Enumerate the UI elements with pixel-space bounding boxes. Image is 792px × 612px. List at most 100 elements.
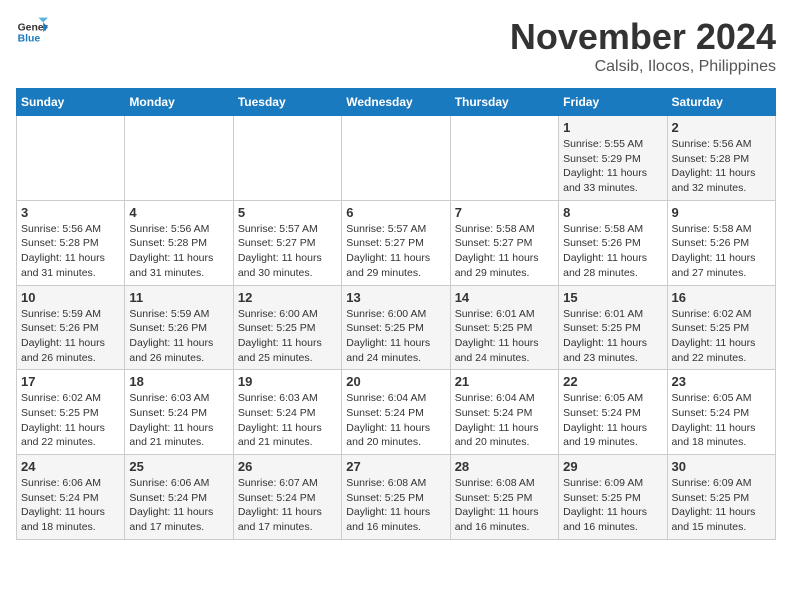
svg-text:Blue: Blue xyxy=(18,34,41,45)
cell-week4-day6: 23 Sunrise: 6:05 AMSunset: 5:24 PMDayligh… xyxy=(667,370,775,455)
day-info: Sunrise: 5:58 AMSunset: 5:26 PMDaylight:… xyxy=(563,222,662,281)
day-info: Sunrise: 6:01 AMSunset: 5:25 PMDaylight:… xyxy=(455,307,554,366)
day-number: 21 xyxy=(455,374,554,389)
calendar-table: SundayMondayTuesdayWednesdayThursdayFrid… xyxy=(16,88,776,540)
month-title: November 2024 xyxy=(510,16,776,58)
cell-week4-day3: 20 Sunrise: 6:04 AMSunset: 5:24 PMDayligh… xyxy=(342,370,450,455)
cell-week3-day6: 16 Sunrise: 6:02 AMSunset: 5:25 PMDayligh… xyxy=(667,285,775,370)
week-row-3: 10 Sunrise: 5:59 AMSunset: 5:26 PMDayligh… xyxy=(17,285,776,370)
day-info: Sunrise: 5:58 AMSunset: 5:26 PMDaylight:… xyxy=(672,222,771,281)
day-info: Sunrise: 6:06 AMSunset: 5:24 PMDaylight:… xyxy=(21,476,120,535)
cell-week5-day3: 27Sunrise: 6:08 AMSunset: 5:25 PMDayligh… xyxy=(342,455,450,540)
day-info: Sunrise: 6:02 AMSunset: 5:25 PMDaylight:… xyxy=(21,391,120,450)
header-sunday: Sunday xyxy=(17,89,125,116)
day-number: 20 xyxy=(346,374,445,389)
cell-week5-day5: 29 Sunrise: 6:09 AMSunset: 5:25 PMDayligh… xyxy=(559,455,667,540)
cell-week1-day0 xyxy=(17,116,125,201)
day-info: Sunrise: 6:05 AMSunset: 5:24 PMDaylight:… xyxy=(672,391,771,450)
week-row-5: 24 Sunrise: 6:06 AMSunset: 5:24 PMDayligh… xyxy=(17,455,776,540)
week-row-4: 17 Sunrise: 6:02 AMSunset: 5:25 PMDayligh… xyxy=(17,370,776,455)
cell-week1-day3 xyxy=(342,116,450,201)
location-title: Calsib, Ilocos, Philippines xyxy=(510,58,776,76)
cell-week1-day1 xyxy=(125,116,233,201)
day-info: Sunrise: 5:56 AMSunset: 5:28 PMDaylight:… xyxy=(129,222,228,281)
day-number: 26 xyxy=(238,459,337,474)
calendar-header: SundayMondayTuesdayWednesdayThursdayFrid… xyxy=(17,89,776,116)
cell-week4-day4: 21Sunrise: 6:04 AMSunset: 5:24 PMDayligh… xyxy=(450,370,558,455)
day-number: 25 xyxy=(129,459,228,474)
day-number: 16 xyxy=(672,290,771,305)
day-info: Sunrise: 6:02 AMSunset: 5:25 PMDaylight:… xyxy=(672,307,771,366)
cell-week2-day0: 3 Sunrise: 5:56 AMSunset: 5:28 PMDaylight… xyxy=(17,200,125,285)
cell-week3-day3: 13 Sunrise: 6:00 AMSunset: 5:25 PMDayligh… xyxy=(342,285,450,370)
day-info: Sunrise: 6:09 AMSunset: 5:25 PMDaylight:… xyxy=(563,476,662,535)
cell-week1-day2 xyxy=(233,116,341,201)
header-monday: Monday xyxy=(125,89,233,116)
day-info: Sunrise: 6:03 AMSunset: 5:24 PMDaylight:… xyxy=(129,391,228,450)
cell-week2-day2: 5 Sunrise: 5:57 AMSunset: 5:27 PMDaylight… xyxy=(233,200,341,285)
day-number: 14 xyxy=(455,290,554,305)
cell-week3-day2: 12 Sunrise: 6:00 AMSunset: 5:25 PMDayligh… xyxy=(233,285,341,370)
day-info: Sunrise: 6:05 AMSunset: 5:24 PMDaylight:… xyxy=(563,391,662,450)
cell-week5-day1: 25Sunrise: 6:06 AMSunset: 5:24 PMDayligh… xyxy=(125,455,233,540)
day-info: Sunrise: 5:59 AMSunset: 5:26 PMDaylight:… xyxy=(129,307,228,366)
day-info: Sunrise: 6:08 AMSunset: 5:25 PMDaylight:… xyxy=(455,476,554,535)
day-info: Sunrise: 6:04 AMSunset: 5:24 PMDaylight:… xyxy=(346,391,445,450)
day-info: Sunrise: 6:01 AMSunset: 5:25 PMDaylight:… xyxy=(563,307,662,366)
day-number: 29 xyxy=(563,459,662,474)
day-number: 24 xyxy=(21,459,120,474)
title-area: November 2024 Calsib, Ilocos, Philippine… xyxy=(510,16,776,76)
cell-week5-day4: 28Sunrise: 6:08 AMSunset: 5:25 PMDayligh… xyxy=(450,455,558,540)
calendar-body: 1Sunrise: 5:55 AMSunset: 5:29 PMDaylight… xyxy=(17,116,776,540)
cell-week3-day4: 14 Sunrise: 6:01 AMSunset: 5:25 PMDayligh… xyxy=(450,285,558,370)
cell-week4-day5: 22 Sunrise: 6:05 AMSunset: 5:24 PMDayligh… xyxy=(559,370,667,455)
cell-week4-day1: 18Sunrise: 6:03 AMSunset: 5:24 PMDayligh… xyxy=(125,370,233,455)
cell-week1-day6: 2Sunrise: 5:56 AMSunset: 5:28 PMDaylight… xyxy=(667,116,775,201)
day-info: Sunrise: 6:00 AMSunset: 5:25 PMDaylight:… xyxy=(238,307,337,366)
day-number: 10 xyxy=(21,290,120,305)
day-number: 13 xyxy=(346,290,445,305)
cell-week2-day3: 6 Sunrise: 5:57 AMSunset: 5:27 PMDaylight… xyxy=(342,200,450,285)
cell-week5-day6: 30 Sunrise: 6:09 AMSunset: 5:25 PMDayligh… xyxy=(667,455,775,540)
day-info: Sunrise: 6:07 AMSunset: 5:24 PMDaylight:… xyxy=(238,476,337,535)
day-info: Sunrise: 5:57 AMSunset: 5:27 PMDaylight:… xyxy=(346,222,445,281)
day-info: Sunrise: 6:00 AMSunset: 5:25 PMDaylight:… xyxy=(346,307,445,366)
day-number: 4 xyxy=(129,205,228,220)
day-number: 5 xyxy=(238,205,337,220)
logo: General Blue xyxy=(16,16,48,48)
day-info: Sunrise: 6:08 AMSunset: 5:25 PMDaylight:… xyxy=(346,476,445,535)
day-number: 6 xyxy=(346,205,445,220)
cell-week5-day0: 24 Sunrise: 6:06 AMSunset: 5:24 PMDayligh… xyxy=(17,455,125,540)
cell-week3-day0: 10 Sunrise: 5:59 AMSunset: 5:26 PMDayligh… xyxy=(17,285,125,370)
header-friday: Friday xyxy=(559,89,667,116)
day-info: Sunrise: 6:03 AMSunset: 5:24 PMDaylight:… xyxy=(238,391,337,450)
header-row: SundayMondayTuesdayWednesdayThursdayFrid… xyxy=(17,89,776,116)
day-number: 2 xyxy=(672,120,771,135)
day-number: 9 xyxy=(672,205,771,220)
header-tuesday: Tuesday xyxy=(233,89,341,116)
day-number: 22 xyxy=(563,374,662,389)
day-number: 11 xyxy=(129,290,228,305)
day-info: Sunrise: 6:09 AMSunset: 5:25 PMDaylight:… xyxy=(672,476,771,535)
day-number: 12 xyxy=(238,290,337,305)
day-number: 8 xyxy=(563,205,662,220)
day-number: 17 xyxy=(21,374,120,389)
day-number: 3 xyxy=(21,205,120,220)
cell-week3-day1: 11 Sunrise: 5:59 AMSunset: 5:26 PMDayligh… xyxy=(125,285,233,370)
day-number: 30 xyxy=(672,459,771,474)
day-info: Sunrise: 5:58 AMSunset: 5:27 PMDaylight:… xyxy=(455,222,554,281)
header: General Blue November 2024 Calsib, Iloco… xyxy=(16,16,776,76)
day-info: Sunrise: 5:57 AMSunset: 5:27 PMDaylight:… xyxy=(238,222,337,281)
day-info: Sunrise: 5:59 AMSunset: 5:26 PMDaylight:… xyxy=(21,307,120,366)
header-wednesday: Wednesday xyxy=(342,89,450,116)
cell-week2-day6: 9 Sunrise: 5:58 AMSunset: 5:26 PMDaylight… xyxy=(667,200,775,285)
day-number: 15 xyxy=(563,290,662,305)
cell-week4-day0: 17 Sunrise: 6:02 AMSunset: 5:25 PMDayligh… xyxy=(17,370,125,455)
day-info: Sunrise: 5:56 AMSunset: 5:28 PMDaylight:… xyxy=(21,222,120,281)
cell-week1-day4 xyxy=(450,116,558,201)
cell-week5-day2: 26 Sunrise: 6:07 AMSunset: 5:24 PMDayligh… xyxy=(233,455,341,540)
header-saturday: Saturday xyxy=(667,89,775,116)
header-thursday: Thursday xyxy=(450,89,558,116)
day-number: 7 xyxy=(455,205,554,220)
day-number: 23 xyxy=(672,374,771,389)
